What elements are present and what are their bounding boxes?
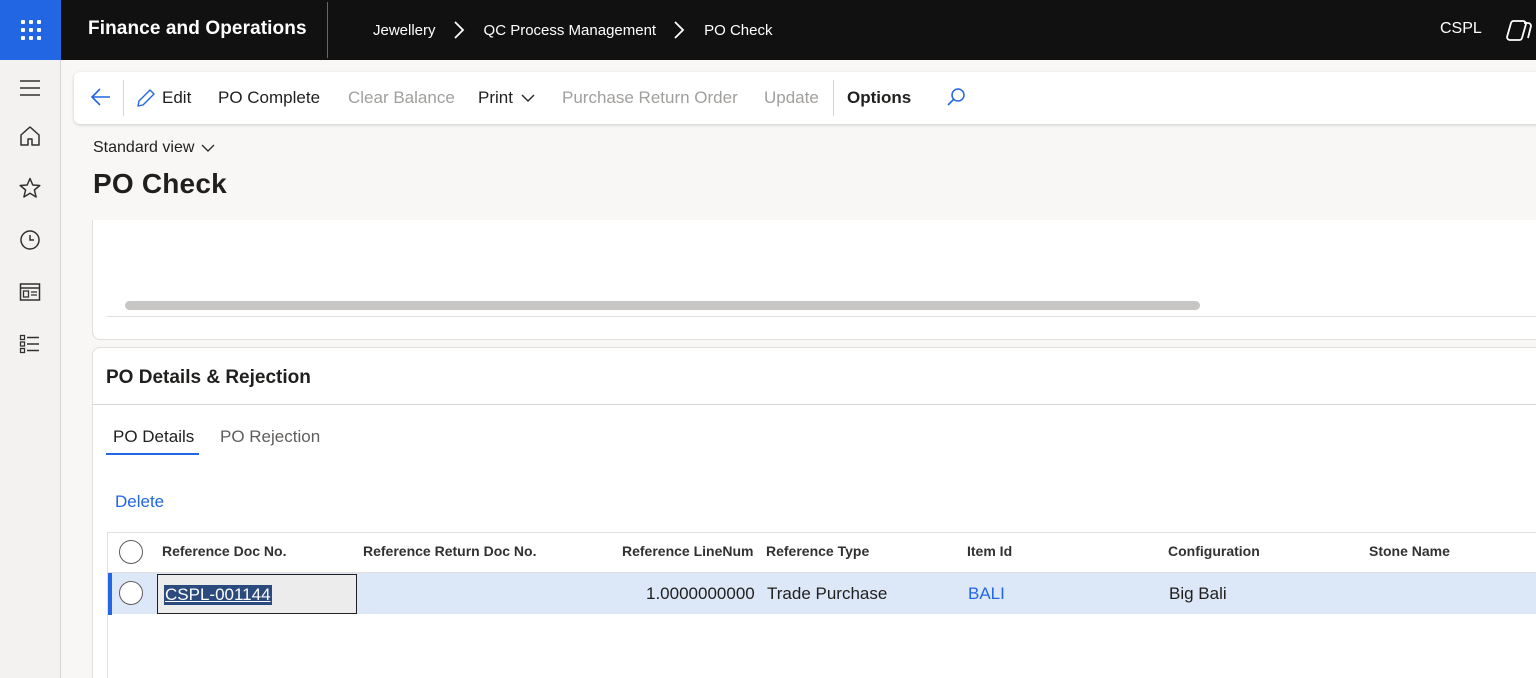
- waffle-icon: [20, 20, 41, 40]
- delete-button[interactable]: Delete: [115, 492, 164, 512]
- upper-grid-card: [92, 220, 1536, 340]
- column-header-reference-linenum[interactable]: Reference LineNum: [622, 543, 753, 559]
- tab-po-rejection[interactable]: PO Rejection: [220, 427, 320, 447]
- column-header-reference-type[interactable]: Reference Type: [766, 543, 869, 559]
- row-select-radio[interactable]: [119, 581, 143, 605]
- po-complete-button[interactable]: PO Complete: [218, 72, 320, 124]
- table-row[interactable]: CSPL-001144 1.0000000000 Trade Purchase …: [108, 572, 1536, 615]
- app-launcher-button[interactable]: [0, 0, 61, 60]
- po-details-grid: Reference Doc No. Reference Return Doc N…: [107, 532, 1536, 678]
- tab-po-details[interactable]: PO Details: [113, 427, 194, 447]
- top-nav-bar: Finance and Operations Jewellery QC Proc…: [0, 0, 1536, 60]
- page-title: PO Check: [93, 168, 227, 199]
- print-menu-button[interactable]: Print: [478, 72, 535, 124]
- hamburger-menu-icon[interactable]: [18, 76, 42, 100]
- view-name: Standard view: [93, 139, 195, 156]
- configuration-cell[interactable]: Big Bali: [1169, 584, 1227, 604]
- copilot-icon[interactable]: [1506, 18, 1534, 44]
- edit-button[interactable]: Edit: [136, 72, 191, 124]
- left-nav: [0, 60, 61, 678]
- recent-clock-icon[interactable]: [18, 228, 42, 252]
- clear-balance-button[interactable]: Clear Balance: [348, 72, 455, 124]
- selected-row-marker: [108, 573, 112, 615]
- breadcrumb-item-jewellery[interactable]: Jewellery: [373, 22, 436, 39]
- print-label: Print: [478, 88, 513, 107]
- search-icon[interactable]: [946, 87, 966, 107]
- divider: [833, 80, 834, 116]
- view-selector[interactable]: Standard view: [93, 139, 215, 157]
- reference-doc-no-value: CSPL-001144: [164, 585, 272, 605]
- active-tab-indicator: [106, 453, 199, 455]
- item-id-link[interactable]: BALI: [968, 584, 1005, 604]
- po-details-rejection-section: PO Details & Rejection PO Details PO Rej…: [92, 347, 1536, 678]
- favorites-star-icon[interactable]: [18, 176, 42, 200]
- horizontal-scrollbar[interactable]: [125, 301, 1200, 310]
- column-header-item-id[interactable]: Item Id: [967, 543, 1012, 559]
- purchase-return-order-button[interactable]: Purchase Return Order: [562, 72, 738, 124]
- divider: [327, 2, 328, 58]
- breadcrumb-item-qc-process-management[interactable]: QC Process Management: [484, 22, 657, 39]
- update-button[interactable]: Update: [764, 72, 819, 124]
- column-header-stone-name[interactable]: Stone Name: [1369, 543, 1450, 559]
- edit-label: Edit: [162, 88, 192, 107]
- column-header-reference-doc-no[interactable]: Reference Doc No.: [162, 543, 286, 559]
- chevron-right-icon: [674, 21, 685, 39]
- divider: [93, 404, 1536, 405]
- column-header-configuration[interactable]: Configuration: [1168, 543, 1260, 559]
- chevron-right-icon: [453, 21, 464, 39]
- home-icon[interactable]: [18, 124, 42, 148]
- divider: [123, 80, 124, 116]
- back-arrow-icon[interactable]: [90, 86, 112, 108]
- select-all-radio[interactable]: [119, 540, 143, 564]
- action-pane: Edit PO Complete Clear Balance Print Pur…: [74, 72, 1536, 124]
- breadcrumb: Jewellery QC Process Management PO Check: [373, 0, 772, 60]
- workspaces-icon[interactable]: [18, 280, 42, 304]
- reference-doc-no-field[interactable]: CSPL-001144: [157, 574, 357, 614]
- column-header-reference-return-doc-no[interactable]: Reference Return Doc No.: [363, 543, 536, 559]
- reference-type-cell[interactable]: Trade Purchase: [767, 584, 887, 604]
- upper-grid: [107, 220, 1536, 317]
- breadcrumb-item-po-check[interactable]: PO Check: [704, 22, 772, 39]
- chevron-down-icon: [521, 94, 535, 103]
- reference-linenum-cell[interactable]: 1.0000000000: [646, 584, 755, 604]
- app-title[interactable]: Finance and Operations: [88, 18, 307, 40]
- options-tab[interactable]: Options: [847, 72, 911, 124]
- section-title[interactable]: PO Details & Rejection: [106, 367, 311, 389]
- company-picker[interactable]: CSPL: [1440, 20, 1482, 38]
- chevron-down-icon: [201, 144, 215, 152]
- modules-list-icon[interactable]: [18, 332, 42, 356]
- pencil-icon: [137, 89, 155, 107]
